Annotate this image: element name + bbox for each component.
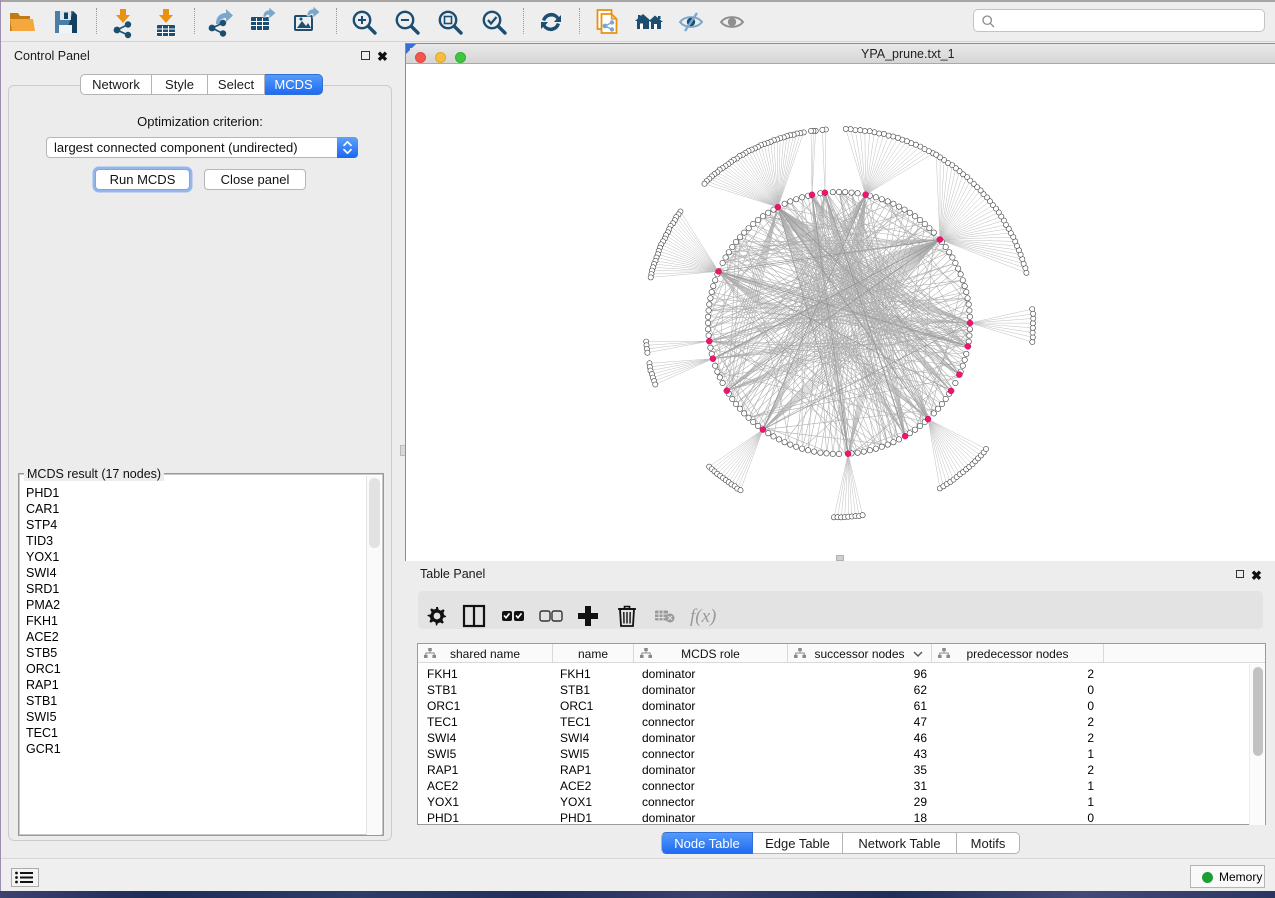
svg-text:f(x): f(x) — [690, 606, 716, 627]
